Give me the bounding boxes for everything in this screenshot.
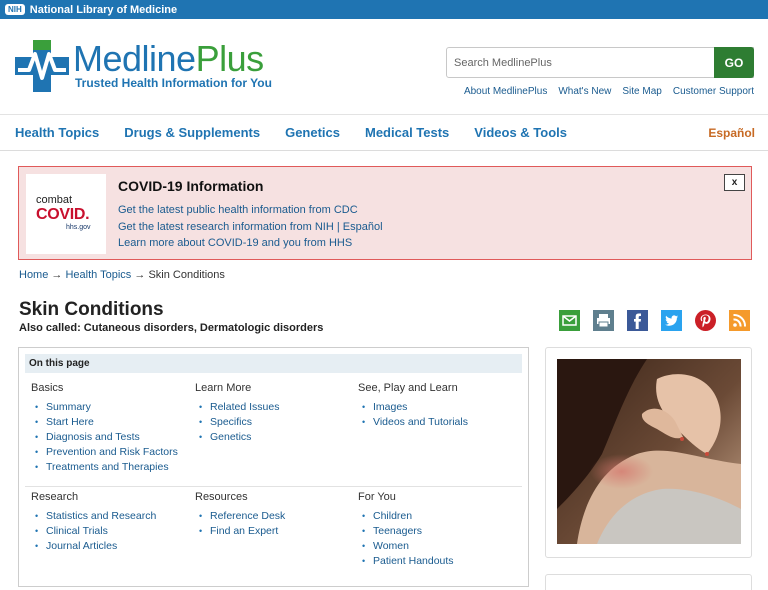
breadcrumb-current: Skin Conditions [148,269,225,281]
toc-specifics-link[interactable]: Specifics [210,416,252,428]
secondary-card [545,574,752,590]
toc-section-title: Basics [31,382,64,394]
toc-reference-desk-link[interactable]: Reference Desk [210,510,285,522]
combat-covid-logo-line2: COVID. [36,206,90,223]
brand-name-part2: Plus [195,38,265,79]
twitter-icon[interactable] [661,310,682,331]
breadcrumb-health-topics[interactable]: Health Topics [65,269,131,281]
covid-nih-link[interactable]: Get the latest research information from… [118,221,334,233]
toc-images-link[interactable]: Images [373,401,407,413]
breadcrumb-arrow: → [134,269,146,281]
combat-covid-logo[interactable]: combat COVID. hhs.gov [26,174,106,254]
page-title: Skin Conditions [19,299,164,320]
on-this-page-box: On this page Basics Summary Start Here D… [18,347,529,587]
covid-cdc-link[interactable]: Get the latest public health information… [118,204,358,216]
toc-clinical-trials-link[interactable]: Clinical Trials [46,525,108,537]
toc-section-title: Resources [195,491,248,503]
toc-videos-link[interactable]: Videos and Tutorials [373,416,468,428]
toc-statistics-link[interactable]: Statistics and Research [46,510,156,522]
toc-journal-articles-link[interactable]: Journal Articles [46,540,117,552]
search-box: GO [446,47,754,78]
brand-name: MedlinePlus [73,37,264,81]
toc-genetics-link[interactable]: Genetics [210,431,251,443]
breadcrumb: Home → Health Topics → Skin Conditions [19,269,225,281]
toc-divider [25,486,522,487]
facebook-icon[interactable] [627,310,648,331]
toc-teenagers-link[interactable]: Teenagers [373,525,422,537]
covid-title: COVID-19 Information [118,178,264,194]
medlineplus-logo-icon [15,40,69,92]
pinterest-icon[interactable] [695,310,716,331]
email-icon[interactable] [559,310,580,331]
toc-children-link[interactable]: Children [373,510,412,522]
toc-section-title: For You [358,491,396,503]
toc-section-title: Learn More [195,382,252,394]
toc-patient-handouts-link[interactable]: Patient Handouts [373,555,454,567]
whats-new-link[interactable]: What's New [558,86,611,97]
toc-summary-link[interactable]: Summary [46,401,91,413]
toc-start-here-link[interactable]: Start Here [46,416,94,428]
combat-covid-logo-line1: combat [36,194,73,206]
main-nav: Health Topics Drugs & Supplements Geneti… [0,114,768,151]
toc-women-link[interactable]: Women [373,540,409,552]
nav-health-topics[interactable]: Health Topics [15,125,99,140]
site-map-link[interactable]: Site Map [622,86,661,97]
medlineplus-logo[interactable]: MedlinePlus Trusted Health Information f… [15,37,305,97]
toc-section-see-play-learn: See, Play and Learn Images Videos and Tu… [358,382,468,430]
nih-bar: NIH National Library of Medicine [0,0,768,19]
nih-logo-icon: NIH [5,4,25,15]
topic-image-card [545,347,752,558]
covid-link-separator: | [336,220,340,233]
print-icon[interactable] [593,310,614,331]
about-link[interactable]: About MedlinePlus [464,86,547,97]
nlm-link[interactable]: National Library of Medicine [30,4,177,16]
nav-medical-tests[interactable]: Medical Tests [365,125,449,140]
toc-section-learn-more: Learn More Related Issues Specifics Gene… [195,382,279,445]
nav-videos-tools[interactable]: Videos & Tools [474,125,567,140]
toc-section-resources: Resources Reference Desk Find an Expert [195,491,285,539]
breadcrumb-home[interactable]: Home [19,269,48,281]
brand-name-part1: Medline [73,38,196,79]
search-go-button[interactable]: GO [714,47,754,78]
breadcrumb-arrow: → [51,269,63,281]
toc-section-basics: Basics Summary Start Here Diagnosis and … [31,382,178,475]
toc-diagnosis-link[interactable]: Diagnosis and Tests [46,431,140,443]
toc-section-title: Research [31,491,79,503]
covid-close-button[interactable]: x [724,174,745,191]
search-input[interactable] [447,48,715,77]
toc-section-for-you: For You Children Teenagers Women Patient… [358,491,454,569]
covid-espanol-link[interactable]: Español [343,221,383,233]
customer-support-link[interactable]: Customer Support [673,86,754,97]
nav-genetics[interactable]: Genetics [285,125,340,140]
toc-heading: On this page [25,354,522,373]
toc-prevention-link[interactable]: Prevention and Risk Factors [46,446,178,458]
espanol-link[interactable]: Español [708,126,755,140]
toc-treatments-link[interactable]: Treatments and Therapies [46,461,169,473]
share-icons [559,310,750,331]
toc-section-title: See, Play and Learn [358,382,458,394]
also-called: Also called: Cutaneous disorders, Dermat… [19,322,324,334]
brand-tagline: Trusted Health Information for You [75,76,272,90]
toc-section-research: Research Statistics and Research Clinica… [31,491,156,554]
rss-icon[interactable] [729,310,750,331]
covid-hhs-link[interactable]: Learn more about COVID-19 and you from H… [118,237,352,249]
nav-drugs-supplements[interactable]: Drugs & Supplements [124,125,260,140]
toc-find-expert-link[interactable]: Find an Expert [210,525,278,537]
skin-condition-photo[interactable] [557,359,741,544]
covid-links: Get the latest public health information… [118,202,383,252]
combat-covid-logo-line3: hhs.gov [66,224,91,231]
toc-related-issues-link[interactable]: Related Issues [210,401,279,413]
covid-banner: combat COVID. hhs.gov COVID-19 Informati… [18,166,752,260]
utility-links: About MedlinePlus What's New Site Map Cu… [464,86,754,97]
